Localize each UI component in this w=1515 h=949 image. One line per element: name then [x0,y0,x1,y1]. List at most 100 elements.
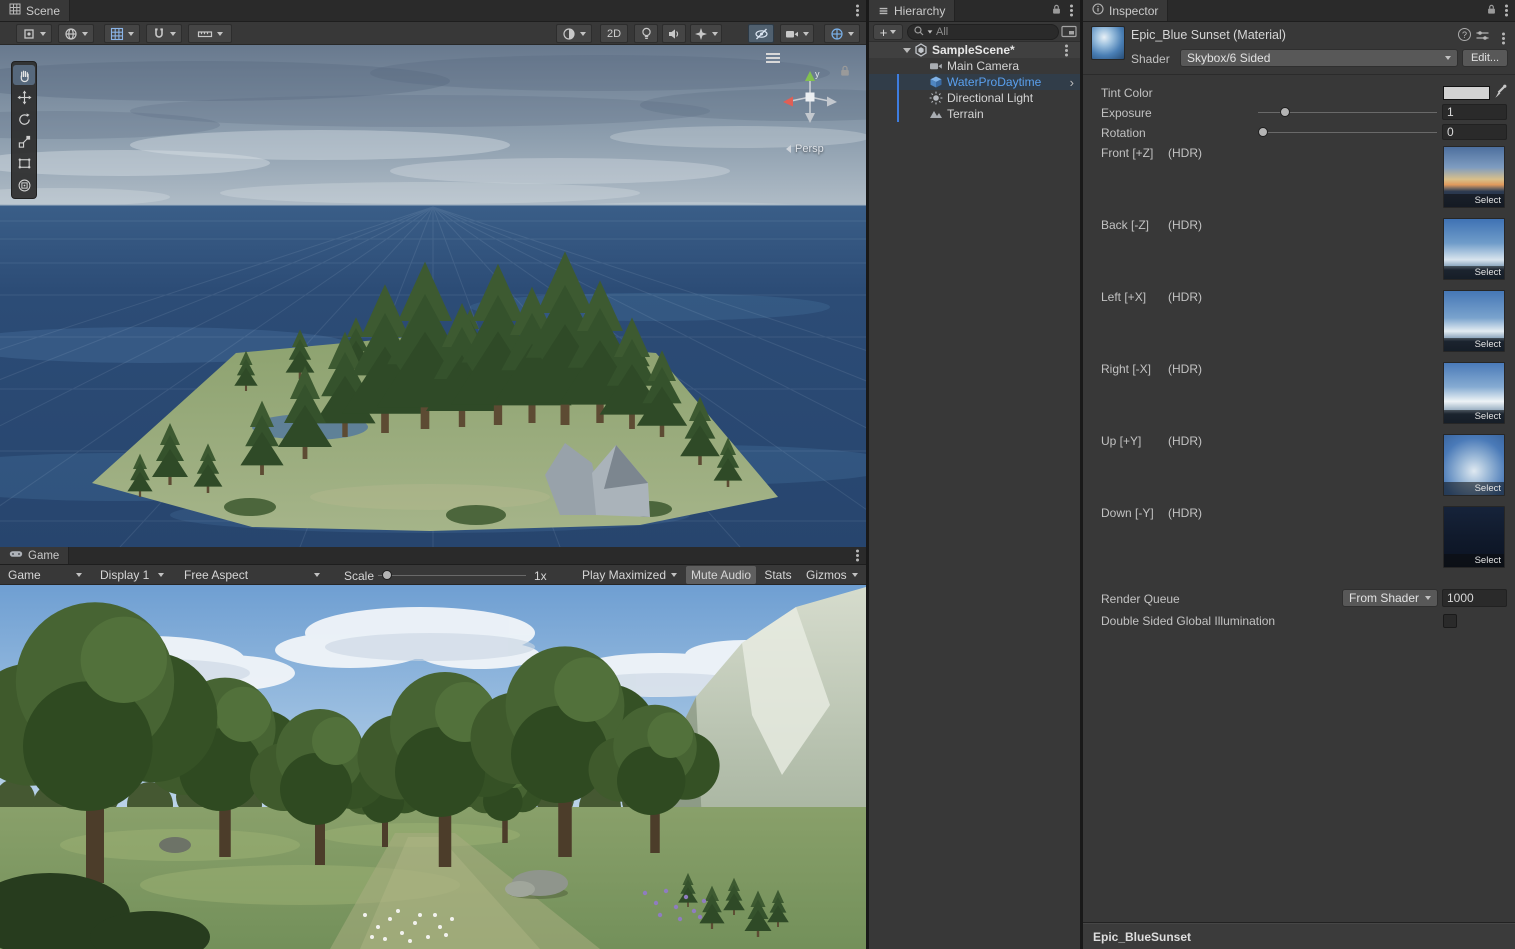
game-tab-kebab-icon[interactable] [856,554,859,557]
texture-select-button[interactable]: Select [1444,338,1504,351]
rotation-slider-thumb[interactable] [1258,127,1268,137]
exposure-slider[interactable] [1258,104,1437,120]
tab-scene[interactable]: Scene [0,0,70,21]
picture-in-picture-icon[interactable] [1061,25,1077,41]
scene-render [0,45,866,547]
game-target-dropdown[interactable]: Game [2,566,88,584]
grid-snapping-dropdown[interactable] [146,24,182,43]
scene-tab-kebab-icon[interactable] [856,9,859,12]
transform-tool-button[interactable] [13,175,35,195]
tab-hierarchy[interactable]: Hierarchy [869,0,955,21]
grid-visibility-dropdown[interactable] [104,24,140,43]
hierarchy-tab-kebab-icon[interactable] [1070,9,1073,12]
rotation-field[interactable]: 0 [1442,124,1507,140]
plus-icon: + [880,26,888,39]
hierarchy-search-input[interactable] [936,26,1052,38]
rotate-tool-button[interactable] [13,109,35,129]
game-viewport[interactable] [0,585,866,949]
texture-thumbnail-down[interactable]: Select [1443,506,1505,568]
info-icon [1092,3,1104,18]
scene-lighting-button[interactable] [634,24,658,43]
scale-tool-button[interactable] [13,131,35,151]
exposure-field[interactable]: 1 [1442,104,1507,120]
help-button[interactable]: ? [1458,28,1471,41]
hierarchy-item-directional-light[interactable]: Directional Light [869,90,1080,106]
texture-select-button[interactable]: Select [1444,410,1504,423]
eyedropper-button[interactable] [1494,84,1507,102]
scale-slider-thumb[interactable] [382,570,392,580]
open-prefab-chevron-icon[interactable]: › [1070,76,1074,89]
create-object-button[interactable]: + [873,24,903,40]
double-sided-gi-label: Double Sided Global Illumination [1101,614,1275,628]
presets-button[interactable] [1476,30,1489,44]
rotation-slider[interactable] [1258,124,1437,140]
rotation-label: Rotation [1101,126,1146,140]
persp-toggle[interactable]: Persp [786,143,824,155]
texture-select-button[interactable]: Select [1444,554,1504,567]
scene-audio-button[interactable] [662,24,686,43]
hierarchy-item-waterprodaytime[interactable]: WaterProDaytime › [869,74,1080,90]
scale-slider[interactable] [378,567,526,583]
render-queue-dropdown[interactable]: From Shader [1342,589,1438,607]
gizmos-dropdown[interactable]: Gizmos [800,566,862,584]
render-queue-field[interactable]: 1000 [1442,589,1507,607]
texture-thumbnail-left[interactable]: Select [1443,290,1505,352]
texture-thumbnail-front[interactable]: Select [1443,146,1505,208]
tool-handle-position-dropdown[interactable] [16,24,52,43]
material-preview-icon[interactable] [1091,26,1125,60]
chevron-down-icon [671,573,677,577]
chevron-down-icon [76,573,82,577]
preview-footer-bar[interactable]: Epic_BlueSunset [1083,923,1515,949]
stats-toggle[interactable]: Stats [760,566,796,584]
scene-gizmos-dropdown[interactable] [824,24,860,43]
texture-select-button[interactable]: Select [1444,194,1504,207]
tab-game[interactable]: Game [0,547,69,564]
rect-tool-button[interactable] [13,153,35,173]
double-sided-gi-checkbox[interactable] [1443,614,1457,628]
effects-dropdown[interactable] [690,24,722,43]
material-kebab-icon[interactable] [1502,29,1505,43]
draw-mode-dropdown[interactable] [556,24,592,43]
item-label: WaterProDaytime [947,75,1041,89]
inspector-tab-kebab-icon[interactable] [1505,9,1508,12]
hierarchy-scene-row[interactable]: SampleScene* [869,42,1080,58]
texture-thumbnail-up[interactable]: Select [1443,434,1505,496]
scene-visibility-button[interactable] [748,24,774,43]
tint-color-swatch[interactable] [1443,86,1490,100]
exposure-slider-thumb[interactable] [1280,107,1290,117]
scene-row-kebab-icon[interactable] [1065,49,1068,52]
display-dropdown[interactable]: Display 1 [94,566,170,584]
overlay-menu-icon[interactable] [766,57,780,59]
play-mode-dropdown[interactable]: Play Maximized [576,566,676,584]
lock-icon[interactable] [1487,4,1496,18]
hierarchy-search[interactable] [907,24,1059,40]
mode-2d-button[interactable]: 2D [600,24,628,43]
chevron-down-icon [890,30,896,34]
texture-label: Down [-Y] [1101,506,1154,520]
tool-handle-rotation-dropdown[interactable] [58,24,94,43]
mute-audio-toggle[interactable]: Mute Audio [686,566,756,584]
lock-icon[interactable] [1052,4,1061,18]
foldout-open-icon[interactable] [903,48,911,53]
shader-edit-button[interactable]: Edit... [1462,49,1508,67]
hand-tool-button[interactable] [13,65,35,85]
texture-select-button[interactable]: Select [1444,266,1504,279]
texture-thumbnail-right[interactable]: Select [1443,362,1505,424]
texture-select-button[interactable]: Select [1444,482,1504,495]
hierarchy-item-main-camera[interactable]: Main Camera [869,58,1080,74]
preview-footer-title: Epic_BlueSunset [1093,930,1191,944]
texture-label: Right [-X] [1101,362,1151,376]
shader-dropdown[interactable]: Skybox/6 Sided [1180,49,1458,67]
texture-thumbnail-back[interactable]: Select [1443,218,1505,280]
hierarchy-item-terrain[interactable]: Terrain [869,106,1080,122]
chevron-down-icon [1425,596,1431,600]
scene-orientation-gizmo[interactable]: y [778,65,842,129]
game-tabbar: Game [0,547,866,565]
snap-increment-dropdown[interactable] [188,24,232,43]
scene-viewport[interactable]: y Persp [0,45,866,547]
tab-inspector[interactable]: Inspector [1083,0,1168,21]
camera-view-dropdown[interactable] [780,24,814,43]
aspect-ratio-dropdown[interactable]: Free Aspect [178,566,326,584]
gizmo-y-label: y [815,69,820,79]
move-tool-button[interactable] [13,87,35,107]
